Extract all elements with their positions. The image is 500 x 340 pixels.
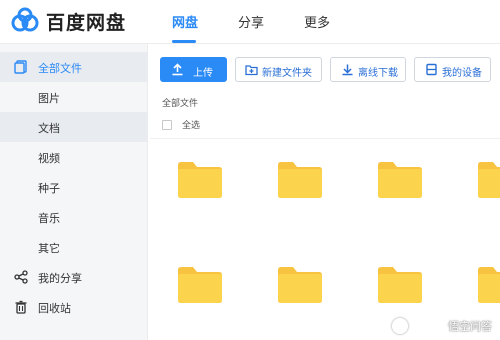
- sidebar-item-label: 文档: [38, 122, 60, 135]
- offline-download-button[interactable]: 离线下载: [330, 57, 406, 82]
- breadcrumb[interactable]: 全部文件: [162, 96, 198, 109]
- sidebar-item-label: 图片: [38, 92, 60, 105]
- sidebar-item-videos[interactable]: 视频: [0, 142, 148, 172]
- download-icon: [342, 64, 353, 76]
- folder-icon[interactable]: [278, 162, 322, 198]
- select-all-label[interactable]: 全选: [182, 118, 200, 131]
- share-icon: [14, 270, 28, 284]
- new-folder-button[interactable]: 新建文件夹: [235, 57, 322, 82]
- folder-icon[interactable]: [478, 267, 500, 303]
- sidebar-item-label: 全部文件: [38, 62, 82, 75]
- sidebar-item-label: 我的分享: [38, 272, 82, 285]
- folder-icon[interactable]: [178, 162, 222, 198]
- sidebar-item-all-files[interactable]: 全部文件: [0, 52, 148, 82]
- folder-icon[interactable]: [178, 267, 222, 303]
- sidebar-item-label: 其它: [38, 242, 60, 255]
- top-header: 百度网盘 网盘 分享 更多: [0, 0, 500, 44]
- sidebar-item-label: 回收站: [38, 302, 71, 315]
- divider: [150, 138, 500, 139]
- sidebar-item-recycle-bin[interactable]: 回收站: [0, 292, 148, 322]
- trash-icon: [15, 300, 27, 314]
- watermark: 悟空问答: [448, 320, 492, 333]
- sidebar-item-documents[interactable]: 文档: [0, 112, 148, 142]
- my-devices-button[interactable]: 我的设备: [414, 57, 491, 82]
- sidebar-item-music[interactable]: 音乐: [0, 202, 148, 232]
- tab-share[interactable]: 分享: [238, 12, 264, 31]
- sidebar: 全部文件 图片 文档 视频 种子 音乐 其它 我的分享 回收站: [0, 44, 148, 340]
- offline-download-label: 离线下载: [358, 68, 398, 79]
- tab-more[interactable]: 更多: [304, 12, 330, 31]
- folder-icon[interactable]: [278, 267, 322, 303]
- folder-icon[interactable]: [378, 162, 422, 198]
- files-icon: [14, 60, 27, 74]
- app-brand: 百度网盘: [46, 12, 127, 34]
- select-all-checkbox[interactable]: [162, 120, 172, 130]
- sidebar-item-other[interactable]: 其它: [0, 232, 148, 262]
- folder-icon[interactable]: [478, 162, 500, 198]
- sidebar-item-my-shares[interactable]: 我的分享: [0, 262, 148, 292]
- upload-icon: [172, 63, 183, 76]
- device-icon: [426, 63, 437, 76]
- sidebar-item-images[interactable]: 图片: [0, 82, 148, 112]
- baidu-netdisk-logo-icon[interactable]: [10, 6, 40, 36]
- sidebar-item-label: 音乐: [38, 212, 60, 225]
- my-devices-label: 我的设备: [442, 68, 482, 79]
- sidebar-item-label: 视频: [38, 152, 60, 165]
- new-folder-icon: [245, 65, 258, 76]
- sidebar-item-label: 种子: [38, 182, 60, 195]
- upload-label: 上传: [193, 68, 213, 79]
- tab-netdisk[interactable]: 网盘: [172, 12, 198, 31]
- watermark-logo-icon: [392, 318, 408, 334]
- upload-button[interactable]: 上传: [160, 57, 227, 82]
- sidebar-item-torrents[interactable]: 种子: [0, 172, 148, 202]
- new-folder-label: 新建文件夹: [262, 68, 312, 79]
- folder-icon[interactable]: [378, 267, 422, 303]
- active-tab-indicator: [172, 40, 196, 43]
